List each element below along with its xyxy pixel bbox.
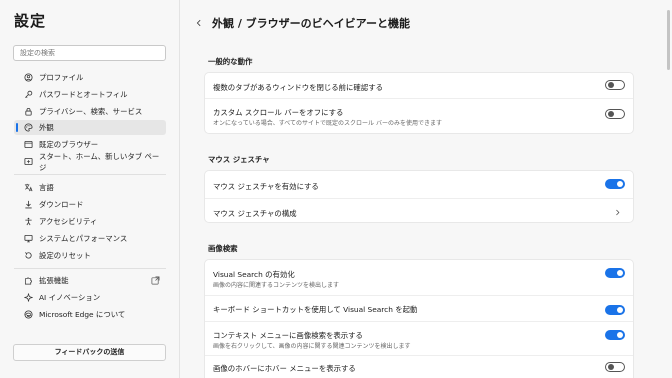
- sidebar-item-label: 外観: [39, 123, 54, 132]
- sidebar-item-start-home-newtab[interactable]: スタート、ホーム、新しいタブ ページ: [14, 152, 166, 172]
- settings-search-input[interactable]: [13, 45, 166, 61]
- sidebar-item-label: 拡張機能: [39, 276, 69, 285]
- setting-description: オンになっている場合、すべてのサイトで既定のスクロール バーのみを使用できます: [213, 120, 442, 127]
- sidebar-item-languages[interactable]: 言語: [14, 180, 166, 195]
- toggle-knob: [608, 364, 614, 370]
- section-title-mouse-gesture: マウス ジェスチャ: [208, 155, 270, 164]
- setting-label: マウス ジェスチャを有効にする: [213, 182, 319, 191]
- sidebar-divider: [14, 268, 166, 269]
- section-title-image-search: 画像検索: [208, 244, 238, 253]
- mouse-gesture-config-link[interactable]: マウス ジェスチャの構成: [205, 198, 633, 222]
- sidebar-divider: [14, 174, 166, 175]
- setting-row: カスタム スクロール バーをオフにする オンになっている場合、すべてのサイトで既…: [205, 98, 633, 133]
- sidebar-item-label: 設定のリセット: [39, 251, 91, 260]
- sidebar-item-label: 言語: [39, 183, 54, 192]
- toggle-knob: [608, 82, 614, 88]
- toggle-knob: [617, 332, 623, 338]
- context-menu-image-search-toggle[interactable]: [605, 330, 625, 340]
- visual-search-toggle[interactable]: [605, 268, 625, 278]
- settings-card-mouse-gesture: マウス ジェスチャを有効にする マウス ジェスチャの構成: [204, 170, 634, 223]
- settings-card-image-search: Visual Search の有効化 画像の内容に関連するコンテンツを検出します…: [204, 259, 634, 378]
- settings-sidebar: 設定 プロファイル パスワードとオートフィル プライバシー、検索、サービス 外観…: [0, 0, 180, 378]
- sidebar-item-label: スタート、ホーム、新しいタブ ページ: [39, 151, 160, 172]
- person-icon: [23, 73, 33, 83]
- setting-label: コンテキスト メニューに画像検索を表示する: [213, 331, 363, 340]
- sidebar-item-downloads[interactable]: ダウンロード: [14, 197, 166, 212]
- sidebar-item-privacy[interactable]: プライバシー、検索、サービス: [14, 104, 166, 119]
- sidebar-item-label: プロファイル: [39, 73, 84, 82]
- sidebar-item-appearance[interactable]: 外観: [14, 120, 166, 135]
- sidebar-item-label: ダウンロード: [39, 200, 84, 209]
- setting-row: Visual Search の有効化 画像の内容に関連するコンテンツを検出します: [205, 260, 633, 295]
- sidebar-item-passwords[interactable]: パスワードとオートフィル: [14, 87, 166, 102]
- puzzle-icon: [23, 276, 33, 286]
- sidebar-item-extensions[interactable]: 拡張機能: [14, 273, 166, 288]
- page-header: 外観 / ブラウザーのビヘイビアーと機能: [195, 15, 410, 31]
- key-icon: [23, 90, 33, 100]
- setting-label: キーボード ショートカットを使用して Visual Search を起動: [213, 305, 418, 314]
- sidebar-item-label: 既定のブラウザー: [39, 140, 99, 149]
- toggle-knob: [617, 181, 623, 187]
- setting-label: マウス ジェスチャの構成: [213, 209, 297, 218]
- sidebar-item-reset-settings[interactable]: 設定のリセット: [14, 248, 166, 263]
- new-tab-icon: [23, 157, 33, 167]
- accessibility-icon: [23, 217, 33, 227]
- chevron-right-icon: [616, 209, 620, 216]
- setting-row: マウス ジェスチャを有効にする: [205, 171, 633, 198]
- toggle-knob: [608, 111, 614, 117]
- external-link-icon: [151, 276, 160, 285]
- section-title-general: 一般的な動作: [208, 57, 253, 66]
- setting-label: 画像のホバーにホバー メニューを表示する: [213, 364, 356, 373]
- sidebar-item-accessibility[interactable]: アクセシビリティ: [14, 214, 166, 229]
- setting-description: 画像を右クリックして、画像の内容に関する関連コンテンツを検出します: [213, 343, 411, 350]
- setting-description: 画像の内容に関連するコンテンツを検出します: [213, 282, 340, 289]
- sidebar-item-label: パスワードとオートフィル: [39, 90, 128, 99]
- setting-label: Visual Search の有効化: [213, 270, 295, 279]
- sidebar-item-about-edge[interactable]: Microsoft Edge について: [14, 307, 166, 322]
- download-icon: [23, 200, 33, 210]
- setting-label: カスタム スクロール バーをオフにする: [213, 108, 344, 117]
- visual-search-shortcut-toggle[interactable]: [605, 305, 625, 315]
- sparkle-icon: [23, 293, 33, 303]
- mouse-gesture-toggle[interactable]: [605, 179, 625, 189]
- palette-icon: [23, 123, 33, 133]
- browser-window-icon: [23, 140, 33, 150]
- confirm-close-tabs-toggle[interactable]: [605, 80, 625, 90]
- custom-scrollbar-toggle[interactable]: [605, 109, 625, 119]
- lock-icon: [23, 107, 33, 117]
- setting-label: 複数のタブがあるウィンドウを閉じる前に確認する: [213, 83, 383, 92]
- edge-logo-icon: [23, 310, 33, 320]
- settings-content: 外観 / ブラウザーのビヘイビアーと機能 一般的な動作 複数のタブがあるウィンド…: [181, 0, 672, 378]
- settings-title: 設定: [14, 12, 47, 30]
- toggle-knob: [617, 270, 623, 276]
- setting-row: 画像のホバーにホバー メニューを表示する: [205, 355, 633, 378]
- sidebar-item-system-performance[interactable]: システムとパフォーマンス: [14, 231, 166, 246]
- send-feedback-button[interactable]: フィードバックの送信: [13, 344, 166, 361]
- settings-card-general: 複数のタブがあるウィンドウを閉じる前に確認する カスタム スクロール バーをオフ…: [204, 72, 634, 134]
- back-chevron-icon[interactable]: [195, 18, 205, 28]
- sidebar-item-ai-innovation[interactable]: AI イノベーション: [14, 290, 166, 305]
- hover-menu-toggle[interactable]: [605, 362, 625, 372]
- page-title: 外観 / ブラウザーのビヘイビアーと機能: [212, 17, 411, 30]
- sidebar-item-label: プライバシー、検索、サービス: [39, 107, 143, 116]
- setting-row: キーボード ショートカットを使用して Visual Search を起動: [205, 295, 633, 321]
- setting-row: コンテキスト メニューに画像検索を表示する 画像を右クリックして、画像の内容に関…: [205, 321, 633, 355]
- setting-row: 複数のタブがあるウィンドウを閉じる前に確認する: [205, 73, 633, 98]
- sidebar-item-label: AI イノベーション: [39, 293, 101, 302]
- language-icon: [23, 183, 33, 193]
- sidebar-item-label: アクセシビリティ: [39, 217, 98, 226]
- content-scrollbar[interactable]: [667, 10, 670, 70]
- sidebar-item-profiles[interactable]: プロファイル: [14, 70, 166, 85]
- computer-icon: [23, 234, 33, 244]
- sidebar-item-label: Microsoft Edge について: [39, 310, 126, 319]
- sidebar-item-label: システムとパフォーマンス: [39, 234, 128, 243]
- reset-icon: [23, 251, 33, 261]
- toggle-knob: [617, 307, 623, 313]
